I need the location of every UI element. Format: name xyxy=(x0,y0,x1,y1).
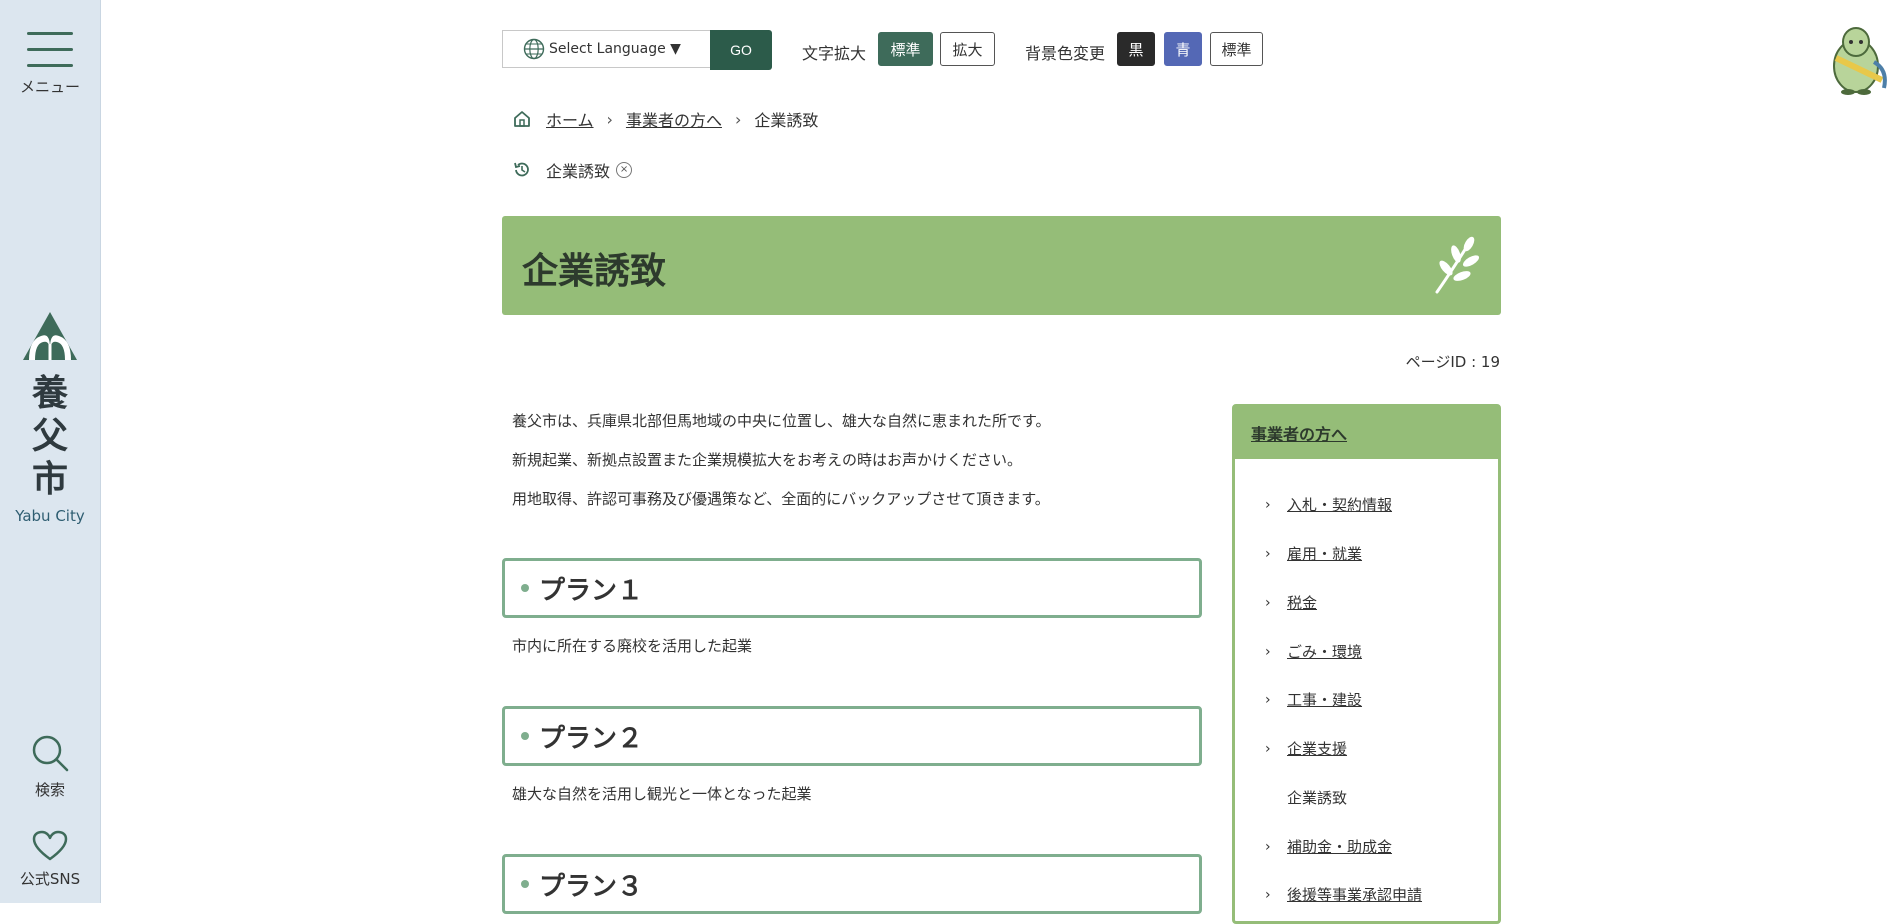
plan-description: 市内に所在する廃校を活用した起業 xyxy=(512,637,753,655)
side-nav-item[interactable]: › 企業支援 xyxy=(1265,738,1347,759)
intro-paragraph: 用地取得、許認可事務及び優遇策など、全面的にバックアップさせて頂きます。 xyxy=(512,490,1050,508)
chevron-right-icon: › xyxy=(1265,740,1271,757)
side-nav-item[interactable]: › ごみ・環境 xyxy=(1265,641,1362,662)
history-icon xyxy=(514,162,529,177)
chevron-right-icon: › xyxy=(1265,886,1271,903)
home-icon[interactable] xyxy=(512,109,532,129)
chevron-right-icon: › xyxy=(1265,691,1271,708)
bg-blue-button[interactable]: 青 xyxy=(1164,32,1202,66)
chevron-right-icon: › xyxy=(606,109,613,129)
bullet-dot-icon xyxy=(521,584,529,592)
font-size-normal-button[interactable]: 標準 xyxy=(878,32,933,66)
close-icon[interactable]: × xyxy=(616,162,633,178)
plan-title: プラン１ xyxy=(539,575,644,606)
language-go-button[interactable]: GO xyxy=(710,30,772,70)
city-logo[interactable]: 養 父 市 Yabu City xyxy=(0,310,100,525)
side-nav-item[interactable]: › 工事・建設 xyxy=(1265,689,1362,710)
side-nav-link[interactable]: 工事・建設 xyxy=(1287,689,1362,710)
language-select[interactable]: Select Language ▼ xyxy=(502,30,710,68)
bg-color-label: 背景色変更 xyxy=(1025,44,1106,63)
plan-heading: プラン１ xyxy=(502,558,1202,618)
side-nav-link[interactable]: 税金 xyxy=(1287,592,1317,613)
breadcrumb-home-link[interactable]: ホーム xyxy=(546,107,594,131)
chevron-right-icon: › xyxy=(1265,643,1271,660)
bullet-dot-icon xyxy=(521,732,529,740)
side-nav-link[interactable]: 入札・契約情報 xyxy=(1287,494,1392,515)
plan-description: 雄大な自然を活用し観光と一体となった起業 xyxy=(512,785,812,803)
plan-title: プラン３ xyxy=(539,871,644,902)
menu-label: メニュー xyxy=(19,78,80,96)
intro-paragraph: 養父市は、兵庫県北部但馬地域の中央に位置し、雄大な自然に恵まれた所です。 xyxy=(512,412,1051,430)
hamburger-icon xyxy=(27,30,73,68)
search-button[interactable]: 検索 xyxy=(0,733,100,800)
side-nav-link[interactable]: 雇用・就業 xyxy=(1287,543,1362,564)
side-nav-item[interactable]: › 入札・契約情報 xyxy=(1265,494,1392,515)
plan-heading: プラン３ xyxy=(502,854,1202,914)
chevron-right-icon: › xyxy=(734,109,742,129)
heart-icon xyxy=(32,830,68,861)
left-sidebar: メニュー 養 父 市 Yabu City 検索 公式SNS xyxy=(0,0,101,903)
side-nav-header: 事業者の方へ xyxy=(1235,407,1498,459)
mascot-icon xyxy=(1833,27,1887,95)
chevron-right-icon: › xyxy=(1265,594,1271,611)
chevron-right-icon: › xyxy=(1265,496,1271,513)
font-size-label: 文字拡大 xyxy=(802,44,867,63)
intro-paragraph: 新規起業、新拠点設置また企業規模拡大をお考えの時はお声かけください。 xyxy=(512,451,1023,469)
language-select-value: Select Language ▼ xyxy=(549,41,681,57)
city-emblem-icon xyxy=(23,312,77,360)
browsing-history: 企業誘致 × xyxy=(512,158,633,182)
category-side-nav: 事業者の方へ › 入札・契約情報 › 雇用・就業 › 税金 › ごみ・環境 › … xyxy=(1232,404,1501,924)
side-nav-item-current: 企業誘致 xyxy=(1265,787,1347,808)
breadcrumb-current: 企業誘致 xyxy=(754,111,819,130)
city-name-english: Yabu City xyxy=(15,507,85,525)
page-id: ページID : 19 xyxy=(1405,353,1500,371)
side-nav-item[interactable]: › 補助金・助成金 xyxy=(1265,836,1392,857)
chevron-right-icon: › xyxy=(1265,545,1271,562)
sns-label: 公式SNS xyxy=(19,870,81,888)
city-name-kanji: 養 父 市 xyxy=(31,372,68,500)
side-nav-link[interactable]: 補助金・助成金 xyxy=(1287,836,1392,857)
side-nav-header-link[interactable]: 事業者の方へ xyxy=(1251,421,1347,445)
search-icon xyxy=(32,735,69,772)
chevron-right-icon: › xyxy=(1265,838,1271,855)
side-nav-link[interactable]: 企業支援 xyxy=(1287,738,1347,759)
side-nav-link[interactable]: ごみ・環境 xyxy=(1287,641,1362,662)
bg-black-button[interactable]: 黒 xyxy=(1117,32,1155,66)
page-title-banner: 企業誘致 xyxy=(502,216,1501,315)
page-title: 企業誘致 xyxy=(522,251,667,292)
plan-title: プラン２ xyxy=(539,723,644,754)
leaf-branch-icon xyxy=(1435,236,1480,294)
menu-button[interactable]: メニュー xyxy=(0,30,100,97)
side-nav-current-label: 企業誘致 xyxy=(1287,789,1348,807)
bg-normal-button[interactable]: 標準 xyxy=(1210,32,1263,66)
side-nav-item[interactable]: › 税金 xyxy=(1265,592,1317,613)
side-nav-link[interactable]: 後援等事業承認申請 xyxy=(1287,884,1422,905)
font-size-large-button[interactable]: 拡大 xyxy=(940,32,995,66)
history-item-link[interactable]: 企業誘致 xyxy=(546,158,610,182)
search-label: 検索 xyxy=(34,781,65,799)
sns-button[interactable]: 公式SNS xyxy=(0,830,100,889)
bullet-dot-icon xyxy=(521,880,529,888)
breadcrumb: ホーム › 事業者の方へ › 企業誘致 xyxy=(512,107,818,131)
breadcrumb-parent-link[interactable]: 事業者の方へ xyxy=(626,107,722,131)
side-nav-item[interactable]: › 雇用・就業 xyxy=(1265,543,1362,564)
side-nav-item[interactable]: › 後援等事業承認申請 xyxy=(1265,884,1422,905)
globe-icon xyxy=(523,38,545,60)
plan-heading: プラン２ xyxy=(502,706,1202,766)
